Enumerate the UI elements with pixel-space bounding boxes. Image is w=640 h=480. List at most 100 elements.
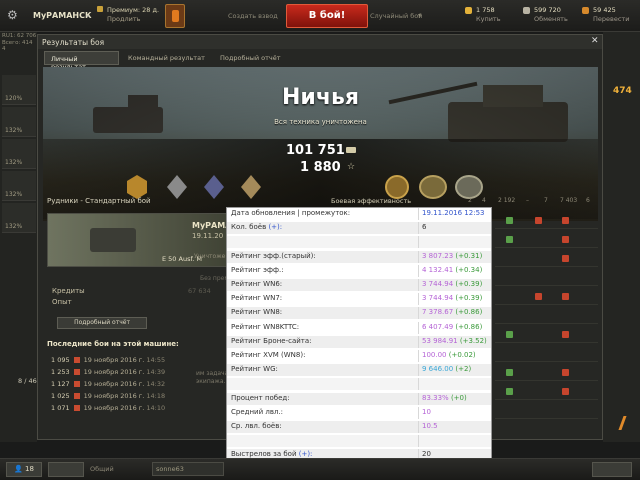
recent-time: 14:18 (146, 392, 166, 400)
stats-divider (418, 222, 419, 235)
battle-icon (73, 357, 80, 363)
stats-label-text: Средний лвл.: (231, 407, 284, 416)
credits-icon (346, 147, 356, 153)
chat-input[interactable]: sonne63 (152, 462, 224, 476)
stats-value-number: 6 407.49 (422, 322, 454, 331)
friends-icon: 👤 (14, 465, 23, 473)
stats-delta: (+3.52) (459, 336, 487, 345)
efficiency-row (495, 268, 598, 286)
stats-spacer (227, 435, 491, 448)
premium-extend-link[interactable]: Продлить (107, 15, 140, 23)
medal-icon[interactable] (455, 175, 483, 199)
tab-team-result[interactable]: Командный результат (122, 51, 212, 65)
stats-delta: (+0.31) (455, 251, 483, 260)
player-name[interactable]: МуРАМАНСК (33, 11, 92, 20)
gift-icon[interactable] (165, 4, 185, 28)
result-subtitle: Вся техника уничтожена (274, 118, 367, 126)
stats-tooltip: Дата обновления | промежуток: 19.11.2016 … (226, 207, 492, 480)
recent-date: 19 ноября 2016 г. (83, 404, 145, 412)
efficiency-row (495, 287, 598, 305)
stats-label-text: Кол. боёв (231, 223, 267, 232)
carousel-count: 8 / 46 (18, 377, 37, 385)
recent-time: 14:10 (146, 404, 166, 412)
recent-battles-title: Последние бои на этой машине: (47, 340, 179, 348)
stats-row: Рейтинг XVM (WN8): 100.00 (+0.02) (227, 350, 491, 362)
efficiency-icon (562, 388, 569, 395)
mission-ghost-text: экипажа. (196, 378, 226, 385)
tank-slot[interactable]: 132% (2, 139, 36, 169)
notifications-button[interactable] (592, 462, 632, 477)
stats-row: Рейтинг WN8KTTC: 6 407.49 (+0.86) (227, 321, 491, 334)
xp-earned: 1 880 (300, 160, 341, 175)
free-xp-convert-link[interactable]: Перевести (593, 15, 629, 23)
stats-delta: (+2) (455, 365, 472, 374)
chat-channel[interactable]: Общий (90, 465, 114, 473)
tank-slot[interactable]: 120% (2, 75, 36, 105)
stats-label-text: Рейтинг WN8: (231, 308, 283, 317)
efficiency-columns: 2 4 2 192 – 7 7 403 6 (468, 197, 602, 207)
side-counter: 474 (613, 86, 632, 96)
efficiency-icon (562, 217, 569, 224)
stats-label: Рейтинг WG: (231, 365, 278, 373)
tank-slot[interactable]: 132% (2, 107, 36, 137)
tank-slot[interactable]: 132% (2, 171, 36, 201)
stats-delta: (+0.39) (455, 280, 483, 288)
recent-time: 14:39 (146, 368, 166, 376)
stats-label: Рейтинг эфф.(старый): (231, 252, 316, 260)
stats-divider (418, 350, 419, 362)
credits-exchange-link[interactable]: Обменять (534, 15, 568, 23)
stats-value-number: 6 (422, 223, 427, 232)
map-mode-label: Рудники - Стандартный бой (47, 197, 151, 205)
tab-personal-result[interactable]: Личный результат (44, 51, 119, 71)
chevron-down-icon[interactable]: ⌄ (85, 11, 91, 19)
efficiency-icon (562, 236, 569, 243)
stats-divider (418, 208, 419, 220)
stats-label-text: Рейтинг WN7: (231, 294, 283, 303)
tank-slot[interactable]: 132% (2, 203, 36, 233)
stats-label-text: Ср. лвл. боёв: (231, 422, 282, 430)
tab-detailed-report[interactable]: Подробный отчёт (214, 51, 304, 65)
chevron-down-icon[interactable]: ▾ (418, 12, 421, 19)
stats-row: Дата обновления | промежуток: 19.11.2016 … (227, 208, 491, 220)
medal-icon[interactable] (385, 175, 409, 199)
chevron-right-icon[interactable] (618, 416, 632, 430)
eff-col: 7 (544, 197, 548, 204)
stats-value: 53 984.91 (+3.52) (422, 337, 487, 345)
stats-value-number: 3 744.94 (422, 280, 454, 288)
premium-status: Премиум: 28 д. (107, 6, 160, 14)
recent-battle-row: 1 253 19 ноября 2016 г. 14:39 (51, 368, 165, 380)
stats-spacer (227, 236, 491, 249)
stats-value-number: 10.5 (422, 422, 438, 430)
close-icon[interactable]: ✕ (591, 37, 599, 46)
stats-divider (418, 279, 419, 291)
battle-mode-select[interactable]: Случайный бой (370, 12, 422, 20)
credits-earned: 101 751 (286, 143, 345, 158)
gear-icon[interactable]: ⚙ (7, 9, 19, 21)
efficiency-row (495, 249, 598, 267)
clan-button[interactable] (48, 462, 84, 477)
stats-divider (418, 421, 419, 433)
medal-icon[interactable] (419, 175, 447, 199)
stats-value-number: 3 807.23 (422, 251, 454, 260)
credits-label: Кредиты (52, 287, 85, 295)
gold-buy-link[interactable]: Купить (476, 15, 501, 23)
stats-row: Рейтинг WN7: 3 744.94 (+0.39) (227, 293, 491, 306)
efficiency-icon (562, 255, 569, 262)
stats-value: 10.5 (422, 422, 438, 430)
battle-button[interactable]: В бой! (286, 4, 368, 28)
stats-delta: (+0.39) (455, 294, 483, 303)
efficiency-icon (506, 388, 513, 395)
recent-date: 19 ноября 2016 г. (83, 392, 145, 400)
recent-battle-row: 1 095 19 ноября 2016 г. 14:55 (51, 356, 165, 368)
tank-image (90, 228, 136, 252)
recent-battle-row: 1 127 19 ноября 2016 г. 14:32 (51, 380, 165, 392)
stats-value-number: 4 132.41 (422, 265, 454, 274)
eff-col: 7 403 (560, 197, 578, 204)
percent-label: 120% (5, 95, 23, 102)
friends-button[interactable]: 👤 18 (6, 462, 42, 477)
create-platoon-button[interactable]: Создать взвод (228, 12, 278, 20)
efficiency-icon (562, 293, 569, 300)
star-icon: ☆ (347, 162, 356, 172)
detailed-report-button[interactable]: Подробный отчёт (57, 317, 147, 329)
stats-value: 100.00 (+0.02) (422, 351, 476, 359)
